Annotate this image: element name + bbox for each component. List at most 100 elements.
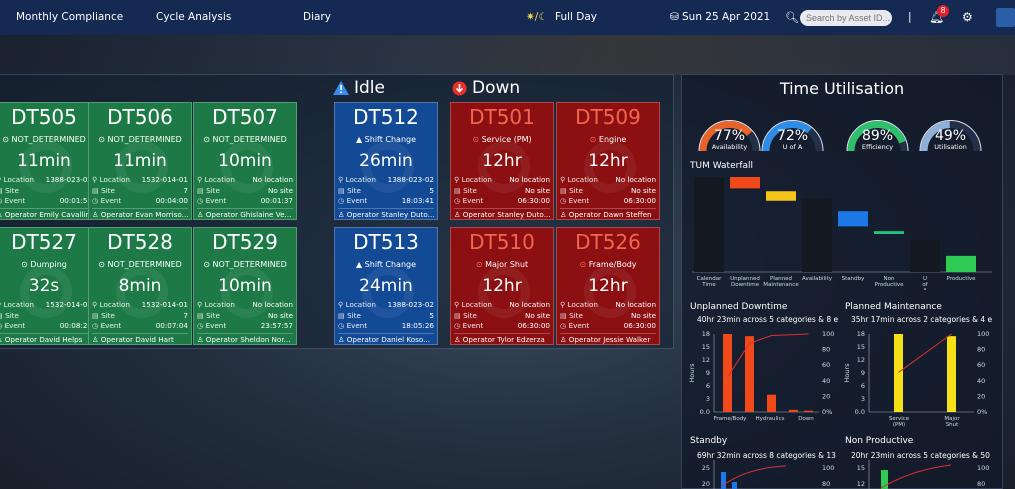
location-label: Location bbox=[3, 300, 34, 309]
search-input[interactable] bbox=[800, 10, 892, 26]
nav-monthly-compliance[interactable]: Monthly Compliance bbox=[16, 0, 123, 35]
event-label: Event bbox=[100, 321, 122, 330]
asset-card[interactable]: DT509 ⊙ Engine 12hr ⚲ Location No locatio… bbox=[556, 102, 660, 220]
sun-moon-icon[interactable]: ✷/☾ bbox=[526, 0, 548, 35]
site-value: 5 bbox=[429, 185, 434, 195]
gauge-label: Efficiency bbox=[861, 143, 894, 151]
asset-card[interactable]: DT505 ⊙ NOT_DETERMINED 11min ⚲ Location 1… bbox=[0, 102, 96, 220]
asset-duration: 11min bbox=[113, 151, 167, 171]
status-icon: ▲ bbox=[355, 135, 363, 144]
location-pin-icon: ⚲ bbox=[92, 300, 98, 309]
asset-status: ⊙ Engine bbox=[557, 135, 659, 144]
asset-duration: 26min bbox=[359, 151, 413, 171]
map-icon: ▤ bbox=[338, 310, 345, 320]
nav-separator: | bbox=[908, 11, 912, 23]
location-value: 1532-014-01 bbox=[141, 175, 188, 184]
pareto-bar bbox=[789, 409, 798, 412]
nav-diary[interactable]: Diary bbox=[303, 0, 331, 35]
asset-details: ⚲ Location No location ▤ Site No site ◷ Ev… bbox=[560, 175, 656, 219]
asset-card[interactable]: DT512 ▲ Shift Change 26min ⚲ Location 138… bbox=[334, 102, 438, 220]
status-text: Shift Change bbox=[364, 260, 417, 269]
status-text: Service (PM) bbox=[481, 135, 532, 144]
database-icon: ⛁ bbox=[670, 11, 679, 23]
location-pin-icon: ⚲ bbox=[454, 175, 460, 184]
asset-details: ⚲ Location 1388-023-02 ▤ Site 5 ◷ Event 18:… bbox=[338, 300, 434, 344]
status-icon: ▲ bbox=[355, 260, 363, 269]
nav-cycle-analysis[interactable]: Cycle Analysis bbox=[156, 0, 231, 35]
status-icon: ⊙ bbox=[98, 135, 105, 144]
asset-card[interactable]: DT526 ⊙ Frame/Body 12hr ⚲ Location No loc… bbox=[556, 227, 660, 345]
asset-card[interactable]: DT513 ▲ Shift Change 24min ⚲ Location 138… bbox=[334, 227, 438, 345]
unplanned-downtime-chart: 18 15 12 9 6 3 0.0 100 80 60 40 20 0% Hours Frame/Body… bbox=[688, 330, 834, 422]
asset-card[interactable]: DT506 ⊙ NOT_DETERMINED 11min ⚲ Location 1… bbox=[88, 102, 192, 220]
asset-details: ⚲ Location1532-014-01 ▤ Site7 ◷ Event00:… bbox=[92, 300, 188, 344]
operator-label: Operator bbox=[346, 334, 379, 344]
asset-card[interactable]: DT529 ⊙ NOT_DETERMINED 10min ⚲ Location N… bbox=[193, 227, 297, 345]
clock-icon: ◷ bbox=[92, 196, 99, 205]
cumulative-line bbox=[727, 333, 809, 378]
asset-card[interactable]: DT527 ⊙ Dumping 32s ⚲ Location 1532-014-0… bbox=[0, 227, 96, 345]
asset-card[interactable]: DT510 ⊙ Major Shut 12hr ⚲ Location No loc… bbox=[450, 227, 554, 345]
location-pin-icon: ⚲ bbox=[560, 175, 566, 184]
asset-details: ⚲ Location No location ▤ Site No site ◷ Ev… bbox=[560, 300, 656, 344]
location-value: 1388-023-02 bbox=[387, 175, 434, 184]
non-productive-subtitle: 20hr 23min across 5 categories & 50 bbox=[851, 451, 990, 460]
operator-label: Operator bbox=[346, 209, 379, 219]
non-productive-chart: 15 12 100 80 bbox=[857, 460, 989, 489]
date-selector[interactable]: Sun 25 Apr 2021 bbox=[682, 0, 770, 35]
map-icon: ▤ bbox=[454, 310, 461, 320]
y-tick-label: 15 bbox=[857, 343, 865, 351]
site-value: No site bbox=[267, 185, 293, 195]
location-pin-icon: ⚲ bbox=[92, 175, 98, 184]
user-icon: ♙ bbox=[197, 209, 204, 219]
shift-selector[interactable]: Full Day bbox=[555, 0, 597, 35]
asset-details: ⚲ Location No location ▤ Site No site ◷ Ev… bbox=[197, 175, 293, 219]
map-icon: ▤ bbox=[92, 310, 99, 320]
waterfall-bar bbox=[802, 198, 832, 272]
clock-icon: ◷ bbox=[0, 321, 2, 330]
map-icon: ▤ bbox=[338, 185, 345, 195]
event-label: Event bbox=[4, 196, 26, 205]
site-value: No site bbox=[630, 310, 656, 320]
user-icon: ♙ bbox=[454, 334, 461, 344]
y-tick-label: 6 bbox=[861, 382, 865, 390]
asset-details: ⚲ Location1532-014-01 ▤ Site7 ◷ Event00:… bbox=[0, 300, 92, 344]
operator-label: Operator bbox=[462, 209, 495, 219]
operator-value: David Helps bbox=[39, 334, 83, 344]
asset-card[interactable]: DT507 ⊙ NOT_DETERMINED 10min ⚲ Location N… bbox=[193, 102, 297, 220]
waterfall-tick-label: Productive bbox=[946, 276, 976, 282]
location-label: Location bbox=[99, 300, 130, 309]
waterfall-tick-label: Downtime bbox=[731, 282, 760, 288]
status-icon: ⊙ bbox=[579, 260, 587, 269]
asset-status: ⊙ NOT_DETERMINED bbox=[89, 135, 191, 144]
asset-card[interactable]: DT501 ⊙ Service (PM) 12hr ⚲ Location No l… bbox=[450, 102, 554, 220]
event-value: 00:04:00 bbox=[155, 196, 188, 205]
user-icon: ♙ bbox=[92, 334, 99, 344]
asset-details: ⚲ Location No location ▤ Site No site ◷ Ev… bbox=[454, 175, 550, 219]
app-logo bbox=[996, 8, 1015, 27]
asset-status: ▲ Shift Change bbox=[335, 260, 437, 269]
waterfall-tick-label: Standby bbox=[842, 276, 865, 282]
location-value: No location bbox=[509, 175, 550, 184]
event-value: 00:01:37 bbox=[260, 196, 293, 205]
location-label: Location bbox=[461, 175, 492, 184]
waterfall-bar bbox=[766, 191, 796, 201]
gear-icon[interactable]: ⚙ bbox=[962, 0, 973, 35]
notification-badge: 8 bbox=[937, 5, 949, 17]
waterfall-tick-label: Time bbox=[701, 282, 716, 288]
map-icon: ▤ bbox=[0, 311, 3, 320]
pareto-bar bbox=[732, 482, 737, 489]
status-icon: ⊙ bbox=[472, 135, 480, 144]
waterfall-bar bbox=[694, 177, 724, 272]
asset-status: ⊙ Major Shut bbox=[451, 260, 553, 269]
map-icon: ▤ bbox=[0, 186, 3, 195]
location-label: Location bbox=[461, 300, 492, 309]
status-text: Dumping bbox=[30, 260, 67, 269]
planned-maintenance-title: Planned Maintenance bbox=[845, 302, 942, 312]
idle-title: Idle bbox=[354, 78, 385, 98]
location-pin-icon: ⚲ bbox=[454, 300, 460, 309]
asset-card[interactable]: DT528 ⊙ NOT_DETERMINED 8min ⚲ Location 15… bbox=[88, 227, 192, 345]
status-text: Engine bbox=[598, 135, 627, 144]
x-tick-label: Down bbox=[798, 416, 814, 422]
y2-tick-label: 100 bbox=[977, 464, 989, 472]
